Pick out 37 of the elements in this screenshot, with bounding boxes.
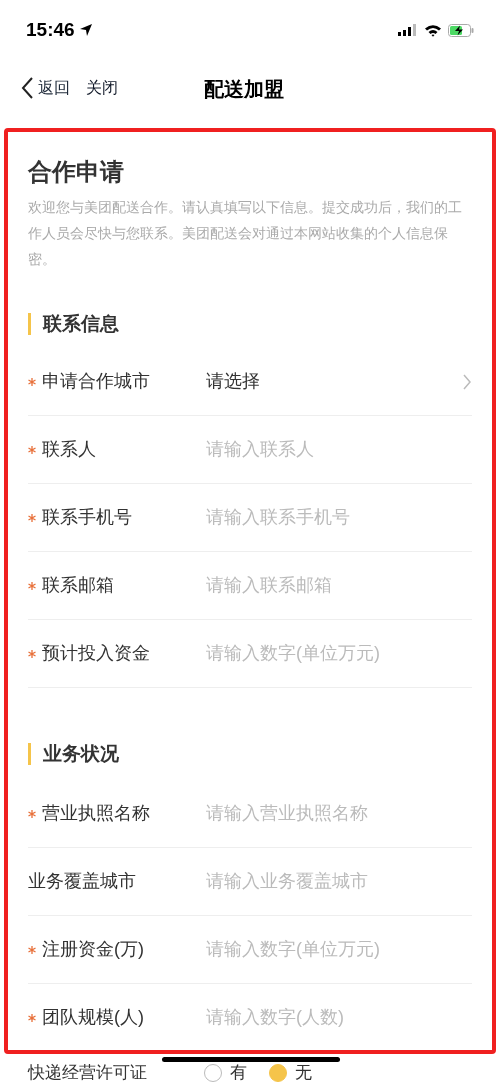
section-marker [28,313,31,335]
text-input[interactable]: 请输入联系人 [206,436,472,463]
section-title: 业务状况 [43,741,119,766]
radio-option[interactable]: 无 [269,1062,312,1084]
field-label: 联系手机号 [42,506,132,529]
form-title: 合作申请 [28,157,125,187]
field-label: 联系邮箱 [42,574,114,597]
text-input[interactable]: 请输入业务覆盖城市 [206,868,472,895]
field-label: 营业执照名称 [42,802,150,825]
status-time: 15:46 [26,17,75,42]
close-button[interactable]: 关闭 [86,76,118,100]
text-input[interactable]: 请输入数字(单位万元) [206,936,472,963]
section-marker [28,743,31,765]
field-label: 联系人 [42,438,96,461]
text-input[interactable]: 请输入联系手机号 [206,504,472,531]
city-select[interactable]: 请选择 [206,368,472,395]
location-icon [78,23,93,37]
battery-icon [448,23,474,37]
field-label: 快递经营许可证 [28,1062,148,1084]
radio-option[interactable]: 有 [204,1062,247,1084]
section-title: 联系信息 [43,311,119,336]
field-label: 业务覆盖城市 [28,870,136,893]
text-input[interactable]: 请输入营业执照名称 [206,800,472,827]
text-input[interactable]: 请输入数字(人数) [206,1004,472,1031]
page-title: 配送加盟 [204,77,284,102]
text-input[interactable]: 请输入数字(单位万元) [206,640,472,667]
back-button[interactable]: 返回 [20,76,70,100]
chevron-right-icon [462,372,472,391]
chevron-left-icon [20,76,34,100]
field-label: 团队规模(人) [42,1006,144,1029]
text-input[interactable]: 请输入联系邮箱 [206,572,472,599]
field-label: 申请合作城市 [42,370,150,393]
signal-icon [398,24,418,36]
form-description: 欢迎您与美团配送合作。请认真填写以下信息。提交成功后，我们的工作人员会尽快与您联系。美团配送会对通过本网站收集的个人信息保密。 [28,198,463,269]
wifi-icon [424,23,442,37]
field-label: 预计投入资金 [42,642,150,665]
field-label: 注册资金(万) [42,938,144,961]
